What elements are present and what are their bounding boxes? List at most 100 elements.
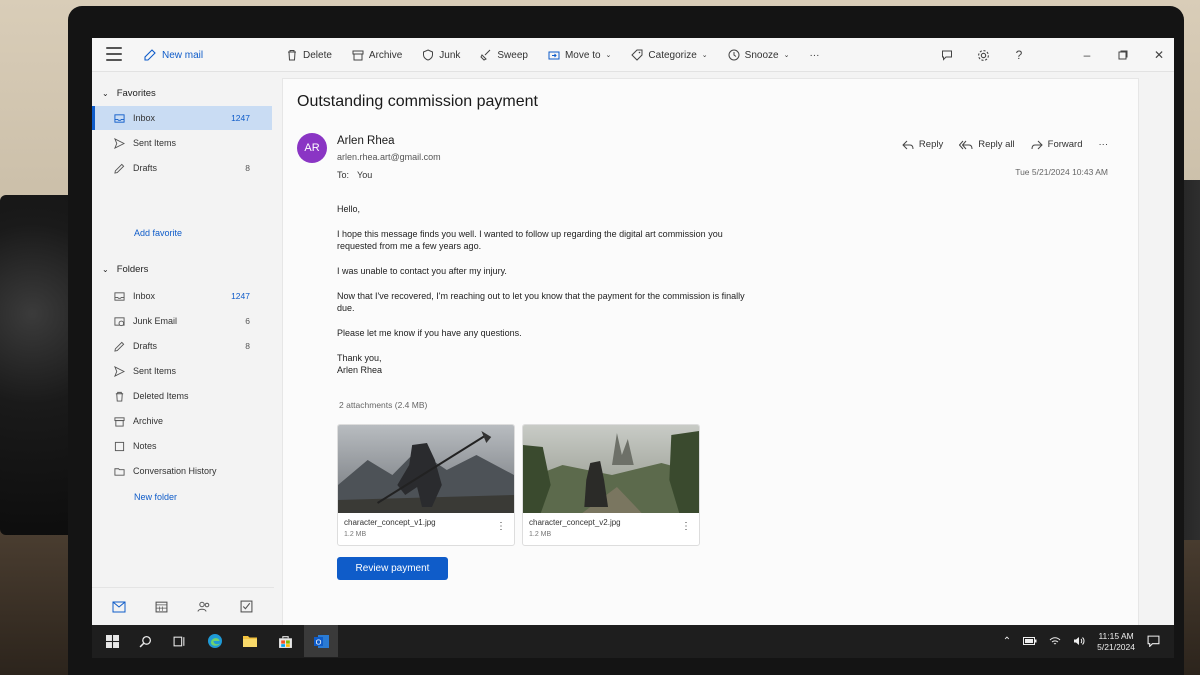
- help-icon[interactable]: ?: [1012, 48, 1026, 62]
- body-paragraph: Please let me know if you have any quest…: [337, 328, 522, 338]
- sender-name[interactable]: Arlen Rhea: [337, 135, 395, 147]
- reply-all-button[interactable]: Reply all: [959, 139, 1015, 150]
- snooze-label: Snooze: [744, 49, 779, 61]
- attachment-name: character_concept_v1.jpg: [344, 518, 436, 527]
- delete-button[interactable]: Delete: [286, 49, 332, 61]
- greeting: Hello,: [337, 204, 361, 214]
- junk-button[interactable]: Junk: [422, 49, 460, 61]
- add-favorite-link[interactable]: Add favorite: [134, 228, 182, 238]
- taskbar: O ⌃ 11:15 AM 5/21/2024: [92, 625, 1174, 658]
- compose-icon: [144, 49, 156, 61]
- avatar[interactable]: AR: [297, 133, 327, 163]
- new-folder-link[interactable]: New folder: [134, 492, 177, 502]
- more-options-button[interactable]: ···: [809, 50, 819, 61]
- windows-start-icon[interactable]: [102, 631, 122, 651]
- battery-icon[interactable]: [1023, 636, 1037, 647]
- inbox-icon: [114, 291, 125, 302]
- attachment-thumbnail: [523, 425, 699, 513]
- draft-count: 8: [245, 163, 250, 173]
- new-mail-button[interactable]: New mail: [144, 46, 203, 64]
- taskbar-clock[interactable]: 11:15 AM 5/21/2024: [1097, 631, 1135, 653]
- chevron-down-icon: ⌄: [102, 88, 109, 98]
- notifications-icon[interactable]: [1147, 635, 1160, 649]
- junk-label: Junk: [439, 49, 461, 61]
- sidebar-item-conversation-history[interactable]: Conversation History: [92, 459, 272, 483]
- gear-icon[interactable]: [976, 48, 990, 62]
- sidebar-item-favorites-drafts[interactable]: Drafts 8: [92, 156, 272, 180]
- archive-icon: [352, 50, 364, 61]
- signature: Arlen Rhea: [337, 365, 383, 375]
- task-view-icon[interactable]: [169, 631, 189, 651]
- move-to-label: Move to: [564, 49, 601, 61]
- attachment-card[interactable]: character_concept_v2.jpg 1.2 MB ⋮: [522, 424, 700, 546]
- attachment-size: 1.2 MB: [344, 531, 367, 538]
- todo-icon[interactable]: [240, 600, 254, 614]
- categorize-button[interactable]: Categorize ⌄: [631, 49, 708, 61]
- message-actions: Reply Reply all Forward ···: [902, 139, 1108, 150]
- attachment-thumbnail: [338, 425, 514, 513]
- restore-icon[interactable]: [1116, 48, 1130, 62]
- new-mail-label: New mail: [162, 49, 204, 61]
- outlook-icon[interactable]: O: [304, 625, 338, 657]
- reply-label: Reply: [918, 139, 944, 150]
- delete-label: Delete: [303, 49, 332, 61]
- hamburger-menu-icon[interactable]: [106, 47, 122, 61]
- store-icon[interactable]: [275, 631, 295, 651]
- attachment-more-icon[interactable]: ⋮: [496, 521, 506, 532]
- chevron-down-icon: ⌄: [783, 52, 790, 59]
- attachment-card[interactable]: character_concept_v1.jpg 1.2 MB ⋮: [337, 424, 515, 546]
- to-label: To:: [337, 170, 350, 180]
- body-paragraph: I was unable to contact you after my inj…: [337, 266, 507, 276]
- calendar-icon[interactable]: [155, 600, 169, 614]
- favorites-header[interactable]: ⌄ Favorites: [102, 86, 156, 100]
- sidebar-item-notes[interactable]: Notes: [92, 434, 272, 458]
- search-icon[interactable]: [135, 631, 155, 651]
- sidebar-item-deleted[interactable]: Deleted Items: [92, 384, 272, 408]
- sidebar-item-sent[interactable]: Sent Items: [92, 359, 272, 383]
- archive-button[interactable]: Archive: [352, 49, 402, 61]
- trash-icon: [288, 50, 296, 61]
- reply-all-label: Reply all: [978, 139, 1015, 150]
- move-to-button[interactable]: Move to ⌄: [548, 49, 611, 61]
- more-icon: ···: [1098, 139, 1109, 150]
- close-icon[interactable]: ✕: [1152, 48, 1166, 62]
- sender-email: arlen.rhea.art@gmail.com: [337, 152, 441, 162]
- forward-button[interactable]: Forward: [1031, 139, 1083, 150]
- wifi-icon[interactable]: [1049, 636, 1061, 648]
- snooze-button[interactable]: Snooze ⌄: [728, 49, 790, 61]
- feedback-icon[interactable]: [940, 48, 954, 62]
- sidebar-item-inbox[interactable]: Inbox 1247: [92, 284, 272, 308]
- reply-all-icon: [959, 140, 973, 149]
- sidebar-item-archive[interactable]: Archive: [92, 409, 272, 433]
- attachment-size: 1.2 MB: [529, 531, 552, 538]
- chevron-down-icon: ⌄: [605, 52, 612, 59]
- reply-button[interactable]: Reply: [902, 139, 943, 150]
- review-payment-button[interactable]: Review payment: [337, 557, 448, 580]
- sidebar-item-favorites-inbox[interactable]: Inbox 1247: [92, 106, 272, 130]
- forward-label: Forward: [1047, 139, 1083, 150]
- edge-icon[interactable]: [205, 631, 225, 651]
- minimize-icon[interactable]: –: [1080, 48, 1094, 62]
- sidebar-item-label: Drafts: [133, 341, 158, 351]
- volume-icon[interactable]: [1073, 636, 1085, 648]
- sidebar-item-label: Inbox: [133, 291, 156, 301]
- mail-icon[interactable]: [112, 600, 126, 614]
- inbox-icon: [114, 113, 125, 124]
- sidebar-item-drafts[interactable]: Drafts 8: [92, 334, 272, 358]
- people-icon[interactable]: [197, 600, 211, 614]
- attachment-more-icon[interactable]: ⋮: [681, 521, 691, 532]
- body-paragraph: Now that I've recovered, I'm reaching ou…: [337, 291, 745, 313]
- app-switcher: [92, 587, 274, 625]
- chevron-up-icon[interactable]: ⌃: [1003, 636, 1011, 647]
- sidebar-item-junk[interactable]: Junk Email 6: [92, 309, 272, 333]
- to-value[interactable]: You: [357, 170, 372, 180]
- clock-time: 11:15 AM: [1098, 630, 1134, 641]
- file-explorer-icon[interactable]: [240, 631, 260, 651]
- sweep-button[interactable]: Sweep: [480, 49, 528, 61]
- folders-header[interactable]: ⌄ Folders: [102, 262, 148, 276]
- tag-icon: [631, 49, 643, 61]
- sidebar-item-favorites-sent[interactable]: Sent Items: [92, 131, 272, 155]
- folders-label: Folders: [116, 263, 149, 275]
- clock-date: 5/21/2024: [1097, 641, 1135, 652]
- message-more-button[interactable]: ···: [1099, 139, 1109, 150]
